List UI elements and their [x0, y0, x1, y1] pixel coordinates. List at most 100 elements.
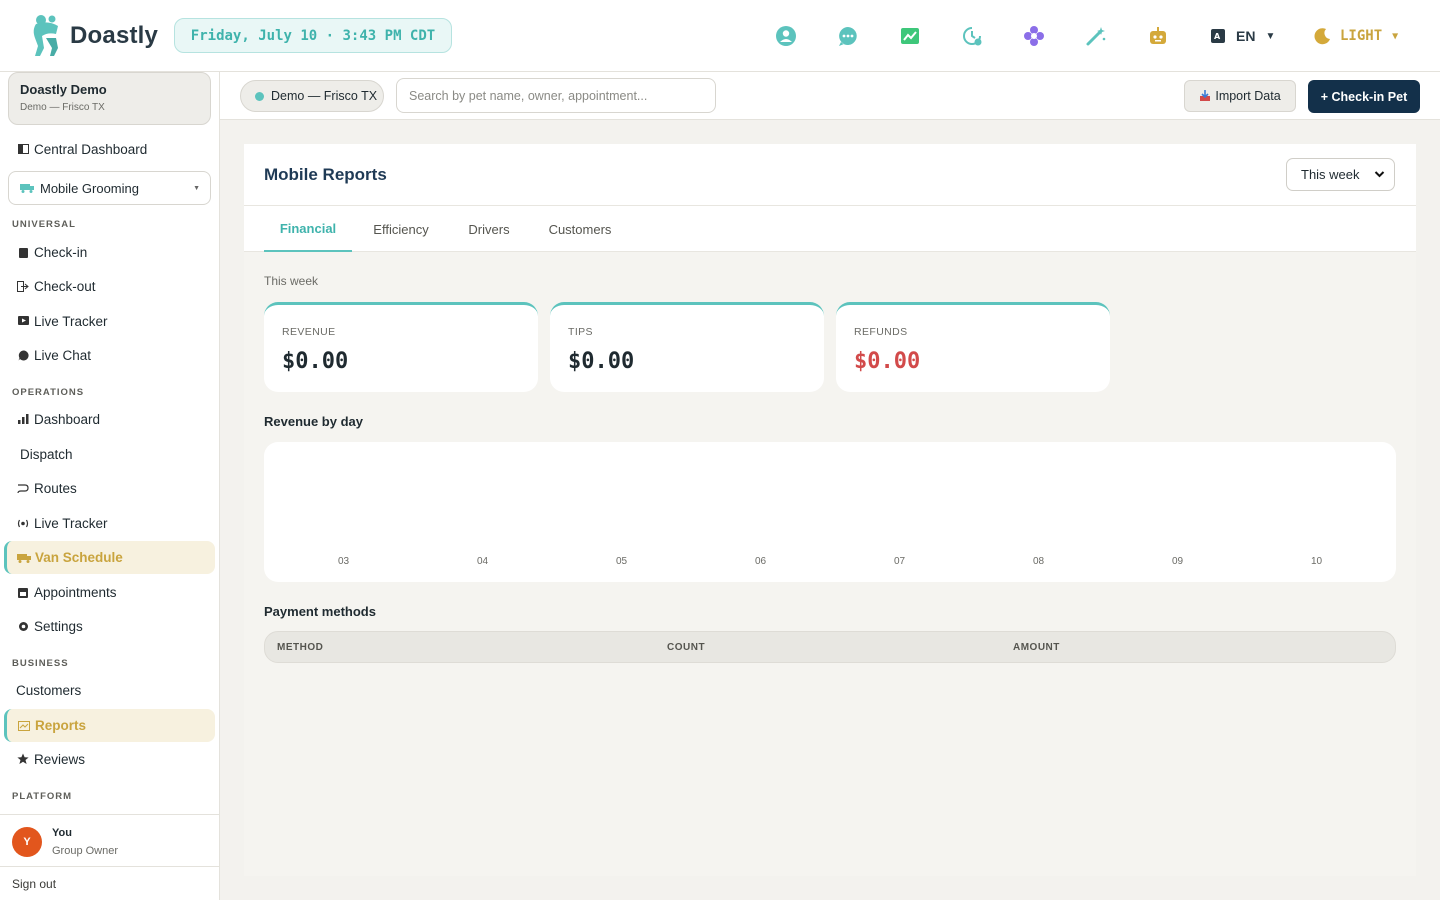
payment-methods-table-header: METHOD COUNT AMOUNT	[264, 631, 1396, 663]
van-icon	[20, 183, 34, 193]
user-name: You	[52, 827, 72, 839]
x-tick-label: 10	[1311, 556, 1323, 567]
history-icon[interactable]	[960, 24, 984, 48]
chevron-down-icon	[1374, 167, 1385, 184]
column-method: METHOD	[277, 642, 324, 653]
column-amount: AMOUNT	[1013, 642, 1060, 653]
stat-label: REVENUE	[282, 326, 336, 338]
user-profile[interactable]: Y You Group Owner	[0, 814, 219, 866]
search-input[interactable]	[396, 78, 716, 113]
datetime-chip: Friday, July 10 · 3:43 PM CDT	[174, 18, 452, 53]
analytics-icon[interactable]	[898, 24, 922, 48]
check-in-pet-button[interactable]: + Check-in Pet	[1308, 80, 1420, 113]
sidebar-item-live-tracker-ops[interactable]: Live Tracker	[16, 511, 108, 535]
x-tick-label: 06	[755, 556, 767, 567]
x-tick-label: 08	[1033, 556, 1045, 567]
sign-out-link[interactable]: Sign out	[0, 866, 219, 900]
import-icon	[1200, 90, 1211, 101]
stat-card-refunds: REFUNDS $0.00	[836, 302, 1110, 392]
tab-efficiency[interactable]: Efficiency	[362, 206, 440, 252]
payment-methods-title: Payment methods	[264, 604, 376, 619]
sidebar-item-customers[interactable]: Customers	[16, 678, 81, 702]
workspace-name: Doastly Demo	[20, 82, 107, 97]
page-title: Mobile Reports	[264, 165, 387, 184]
section-universal: UNIVERSAL	[12, 219, 76, 230]
broadcast-icon	[16, 516, 30, 530]
sidebar-item-live-tracker[interactable]: Live Tracker	[16, 309, 108, 333]
tab-drivers[interactable]: Drivers	[458, 206, 520, 252]
top-bar: Doastly Friday, July 10 · 3:43 PM CDT A …	[0, 0, 1440, 72]
sidebar-item-van-schedule[interactable]: Van Schedule	[4, 541, 215, 574]
chat-icon[interactable]	[836, 24, 860, 48]
chat-bubble-icon	[16, 348, 30, 362]
module-select[interactable]: Mobile Grooming ▼	[8, 171, 211, 205]
caret-down-icon: ▼	[1392, 30, 1399, 42]
period-label: This week	[264, 274, 319, 288]
theme-toggle[interactable]: LIGHT ▼	[1314, 24, 1398, 48]
sidebar: Doastly Demo Demo — Frisco TX Central Da…	[0, 72, 220, 900]
revenue-chart-svg: 03 04 05 06 07 08 09 10	[338, 556, 1323, 567]
panel-header: Mobile Reports This week	[244, 144, 1416, 206]
date-range-select[interactable]: This week	[1286, 158, 1395, 191]
calendar-icon	[16, 585, 30, 599]
sidebar-item-reviews[interactable]: Reviews	[16, 747, 85, 771]
reports-panel: Mobile Reports This week Financial Effic…	[244, 144, 1416, 876]
app-name: Doastly	[70, 22, 159, 49]
workspace-switcher[interactable]: Doastly Demo Demo — Frisco TX	[8, 72, 211, 125]
sidebar-item-live-chat[interactable]: Live Chat	[16, 343, 91, 367]
sidebar-item-reports[interactable]: Reports	[4, 709, 215, 742]
date-range-label: This week	[1301, 167, 1360, 182]
sidebar-item-appointments[interactable]: Appointments	[16, 580, 117, 604]
status-dot-icon	[255, 91, 264, 101]
sidebar-item-dashboard[interactable]: Dashboard	[16, 407, 100, 431]
robot-icon[interactable]	[1146, 24, 1170, 48]
app-logo[interactable]: Doastly	[30, 14, 158, 58]
report-tabs: Financial Efficiency Drivers Customers	[244, 206, 1416, 252]
x-tick-label: 05	[616, 556, 628, 567]
stat-value: $0.00	[854, 349, 921, 374]
location-pill[interactable]: Demo — Frisco TX	[240, 80, 384, 112]
translate-icon: A	[1211, 29, 1225, 43]
van-icon	[17, 551, 31, 565]
caret-down-icon: ▼	[193, 184, 200, 192]
flower-icon[interactable]	[1022, 24, 1046, 48]
sidebar-item-check-in[interactable]: Check-in	[16, 240, 87, 264]
avatar: Y	[12, 827, 42, 857]
section-business: BUSINESS	[12, 658, 69, 669]
language-select[interactable]: A EN ▼	[1210, 24, 1275, 48]
import-data-button[interactable]: Import Data	[1184, 80, 1296, 112]
theme-label: LIGHT	[1340, 28, 1383, 44]
column-count: COUNT	[667, 642, 706, 653]
support-icon[interactable]	[774, 24, 798, 48]
stat-value: $0.00	[282, 349, 349, 374]
section-operations: OPERATIONS	[12, 387, 85, 398]
stat-card-revenue: REVENUE $0.00	[264, 302, 538, 392]
route-icon	[16, 481, 30, 495]
workspace-location: Demo — Frisco TX	[20, 102, 105, 113]
dashboard-icon	[16, 142, 30, 156]
tab-customers[interactable]: Customers	[538, 206, 622, 252]
dog-logo-icon	[33, 15, 58, 56]
language-label: EN	[1236, 28, 1256, 44]
sidebar-item-check-out[interactable]: Check-out	[16, 274, 96, 298]
svg-text:A: A	[1214, 32, 1221, 41]
exit-icon	[16, 279, 30, 293]
module-label: Mobile Grooming	[40, 180, 139, 196]
magic-wand-icon[interactable]	[1084, 24, 1108, 48]
revenue-by-day-chart: 03 04 05 06 07 08 09 10	[264, 442, 1396, 582]
tab-financial[interactable]: Financial	[264, 206, 352, 252]
video-icon	[16, 314, 30, 328]
reports-icon	[17, 719, 31, 733]
user-role: Group Owner	[52, 845, 119, 857]
sidebar-item-central-dashboard[interactable]: Central Dashboard	[16, 137, 147, 161]
clipboard-icon	[16, 245, 30, 259]
stat-label: REFUNDS	[854, 326, 908, 338]
sidebar-item-dispatch[interactable]: Dispatch	[20, 442, 73, 466]
sub-header: Demo — Frisco TX Import Data + Check-in …	[220, 72, 1440, 120]
sidebar-item-routes[interactable]: Routes	[16, 476, 77, 500]
stat-card-tips: TIPS $0.00	[550, 302, 824, 392]
sidebar-item-settings[interactable]: Settings	[16, 614, 83, 638]
moon-icon	[1314, 28, 1330, 45]
caret-down-icon: ▼	[1265, 30, 1276, 42]
gear-icon	[16, 619, 30, 633]
